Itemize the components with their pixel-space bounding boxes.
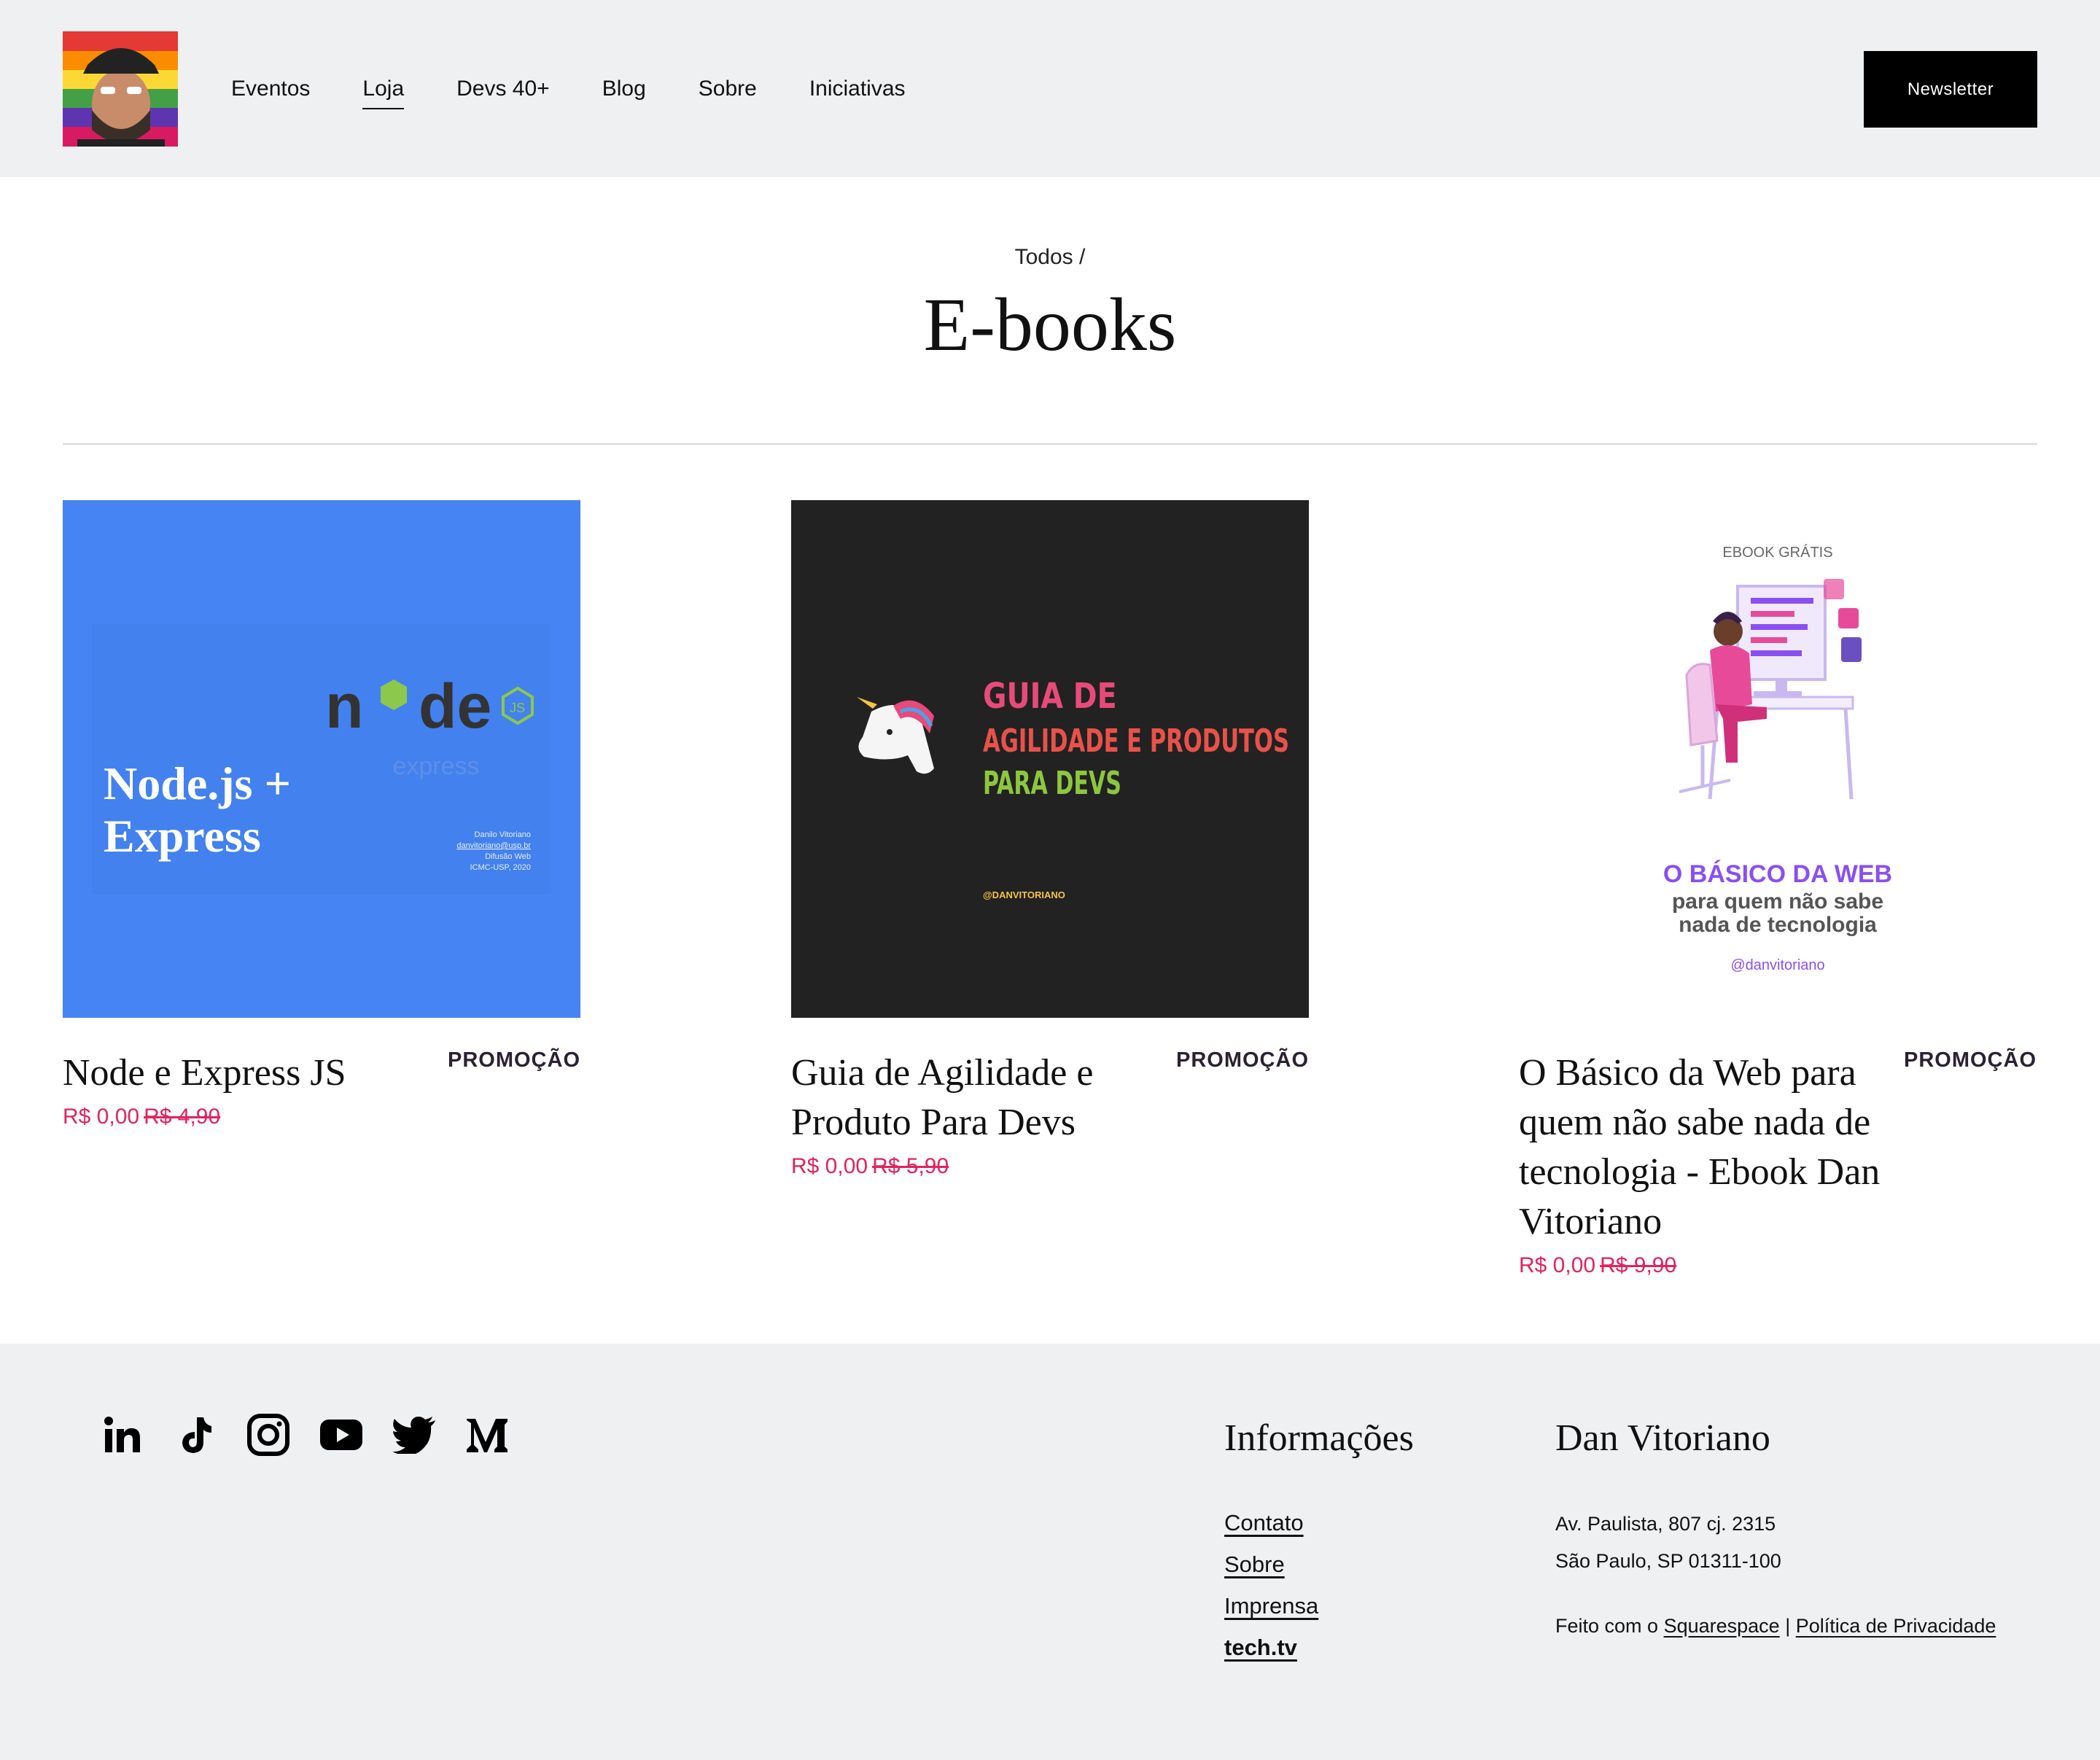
nav-loja[interactable]: Loja xyxy=(362,73,404,109)
product-thumbnail-node-express[interactable]: n de JS express Node.js + Express Danilo… xyxy=(63,500,580,1018)
nav-iniciativas[interactable]: Iniciativas xyxy=(809,73,906,105)
thumb-top-label: EBOOK GRÁTIS xyxy=(1722,544,1832,561)
current-price: R$ 0,00 xyxy=(63,1105,140,1129)
footer-links: Contato Sobre Imprensa tech.tv xyxy=(1224,1508,1318,1674)
product-card[interactable]: GUIA DE AGILIDADE E PRODUTOS PARA DEVS @… xyxy=(791,500,1309,1178)
thumb-line2: AGILIDADE E PRODUTOS xyxy=(983,723,1289,760)
nav-blog[interactable]: Blog xyxy=(602,73,646,105)
product-thumbnail-agile-guide[interactable]: GUIA DE AGILIDADE E PRODUTOS PARA DEVS @… xyxy=(791,500,1309,1018)
thumb-line1: GUIA DE xyxy=(983,675,1117,717)
address-line2: São Paulo, SP 01311-100 xyxy=(1555,1550,1781,1572)
product-card[interactable]: n de JS express Node.js + Express Danilo… xyxy=(63,500,580,1129)
site-logo-avatar[interactable] xyxy=(63,31,178,147)
made-prefix: Feito com o xyxy=(1555,1615,1659,1637)
original-price: R$ 9,90 xyxy=(1600,1253,1677,1277)
svg-text:danvitoriano@usp.br: danvitoriano@usp.br xyxy=(456,841,531,850)
youtube-icon[interactable] xyxy=(319,1412,364,1457)
site-header: Eventos Loja Devs 40+ Blog Sobre Iniciat… xyxy=(0,0,2100,177)
svg-text:Difusão Web: Difusão Web xyxy=(485,852,531,861)
squarespace-link[interactable]: Squarespace xyxy=(1664,1615,1780,1637)
thumb-sub1: para quem não sabe xyxy=(1672,889,1883,914)
nav-eventos[interactable]: Eventos xyxy=(231,73,310,105)
thumb-handle: @danvitoriano xyxy=(1730,957,1824,973)
linkedin-icon[interactable] xyxy=(100,1412,145,1457)
made-with: Feito com o Squarespace | Política de Pr… xyxy=(1555,1615,1996,1638)
product-price: R$ 0,00 R$ 5,90 xyxy=(791,1150,1199,1183)
separator: | xyxy=(1785,1615,1791,1637)
product-price: R$ 0,00 R$ 4,90 xyxy=(63,1101,471,1133)
footer-link-techtv[interactable]: tech.tv xyxy=(1224,1632,1318,1663)
original-price: R$ 4,90 xyxy=(144,1105,221,1129)
thumb-title-line1: Node.js + xyxy=(104,758,291,809)
current-price: R$ 0,00 xyxy=(791,1154,868,1178)
current-price: R$ 0,00 xyxy=(1519,1253,1596,1277)
thumb-line3: PARA DEVS xyxy=(983,765,1121,802)
product-thumbnail-basico-web[interactable]: EBOOK GRÁTIS O BÁSICO DA WEB para quem n… xyxy=(1519,500,2037,1018)
nav-devs40[interactable]: Devs 40+ xyxy=(456,73,550,105)
nav-sobre[interactable]: Sobre xyxy=(699,73,757,105)
product-title[interactable]: Node e Express JS xyxy=(63,1048,471,1098)
product-title[interactable]: O Básico da Web para quem não sabe nada … xyxy=(1519,1048,1898,1247)
thumb-logo-text: express xyxy=(392,752,479,780)
medium-icon[interactable] xyxy=(464,1412,510,1457)
brand-heading: Dan Vitoriano xyxy=(1555,1417,1770,1459)
address: Av. Paulista, 807 cj. 2315 São Paulo, SP… xyxy=(1555,1506,1781,1580)
breadcrumb[interactable]: Todos / xyxy=(0,245,2100,270)
tiktok-icon[interactable] xyxy=(173,1412,218,1457)
social-links xyxy=(100,1412,537,1457)
product-card[interactable]: EBOOK GRÁTIS O BÁSICO DA WEB para quem n… xyxy=(1519,500,2037,1277)
thumb-sub2: nada de tecnologia xyxy=(1679,913,1877,937)
svg-text:JS: JS xyxy=(510,701,525,715)
divider xyxy=(63,443,2037,445)
address-line1: Av. Paulista, 807 cj. 2315 xyxy=(1555,1513,1776,1535)
promo-badge: PROMOÇÃO xyxy=(1904,1048,2037,1072)
footer-link-sobre[interactable]: Sobre xyxy=(1224,1549,1318,1580)
svg-text:Danilo Vitoriano: Danilo Vitoriano xyxy=(475,830,531,839)
svg-text:de: de xyxy=(419,671,491,741)
page-title: E-books xyxy=(923,283,1177,367)
footer-link-imprensa[interactable]: Imprensa xyxy=(1224,1591,1318,1621)
instagram-icon[interactable] xyxy=(246,1412,291,1457)
info-heading: Informações xyxy=(1224,1417,1414,1459)
newsletter-button[interactable]: Newsletter xyxy=(1864,51,2037,128)
privacy-link[interactable]: Política de Privacidade xyxy=(1796,1615,1996,1637)
thumb-title-line2: Express xyxy=(104,810,261,862)
thumb-headline: O BÁSICO DA WEB xyxy=(1663,860,1892,888)
svg-text:ICMC-USP, 2020: ICMC-USP, 2020 xyxy=(470,863,531,872)
site-footer: Informações Contato Sobre Imprensa tech.… xyxy=(0,1344,2100,1760)
footer-link-contato[interactable]: Contato xyxy=(1224,1508,1318,1538)
product-price: R$ 0,00 R$ 9,90 xyxy=(1519,1250,1898,1282)
main-nav: Eventos Loja Devs 40+ Blog Sobre Iniciat… xyxy=(231,73,958,109)
twitter-icon[interactable] xyxy=(392,1412,437,1457)
product-title[interactable]: Guia de Agilidade e Produto Para Devs xyxy=(791,1048,1199,1148)
svg-text:n: n xyxy=(325,671,364,741)
thumb-handle: @DANVITORIANO xyxy=(983,889,1065,900)
original-price: R$ 5,90 xyxy=(872,1154,949,1178)
